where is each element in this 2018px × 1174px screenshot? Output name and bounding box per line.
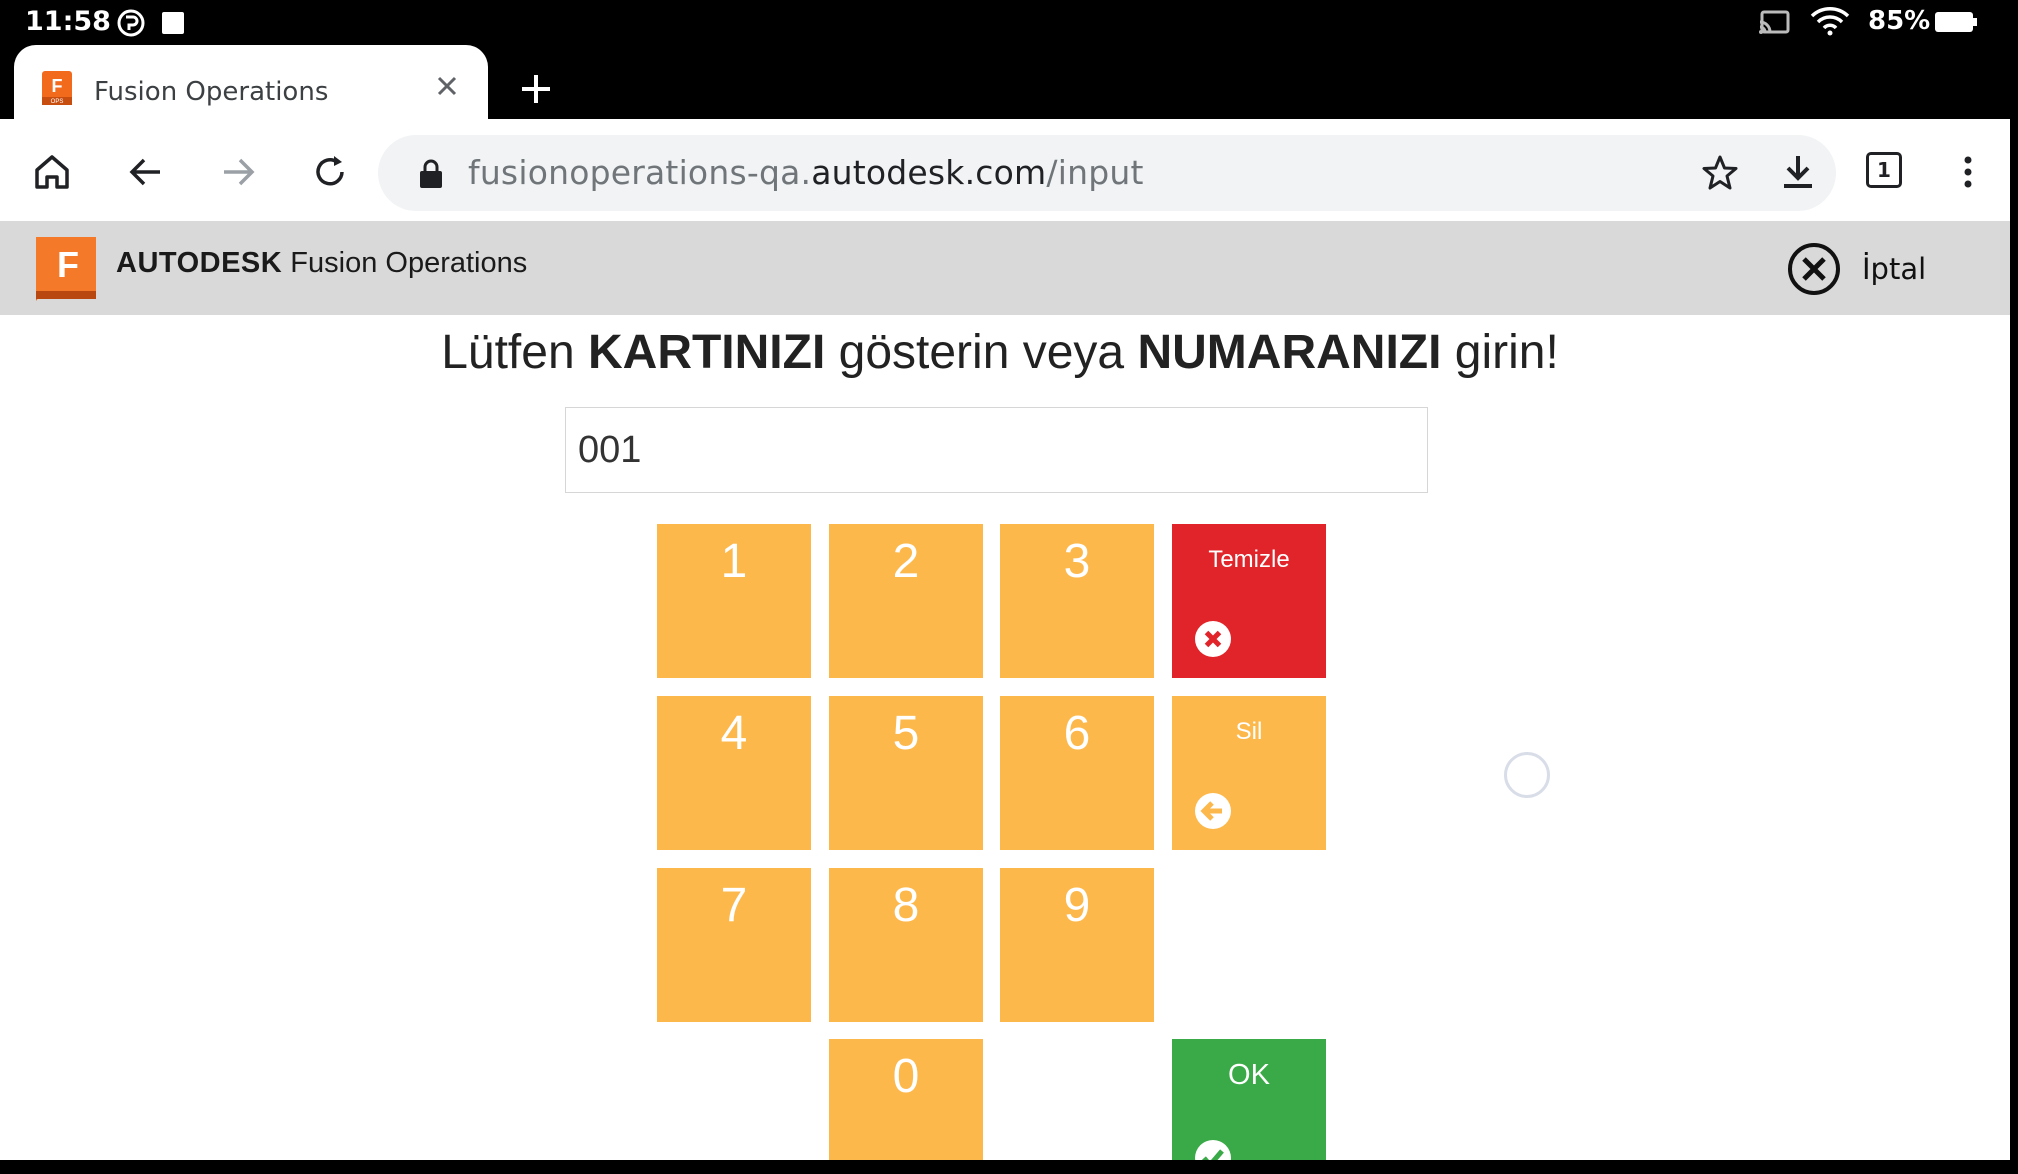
status-bar: 11:58 85%: [0, 0, 2018, 45]
tab-switcher-button[interactable]: 1: [1866, 152, 1902, 188]
cancel-label: İptal: [1862, 252, 1927, 286]
status-time: 11:58: [25, 6, 111, 37]
app-title: AUTODESK Fusion Operations: [116, 247, 528, 279]
reload-icon[interactable]: [310, 152, 350, 192]
notification-square-icon: [162, 12, 184, 34]
bookmark-star-icon[interactable]: [1700, 153, 1740, 193]
sync-icon: [117, 9, 145, 37]
browser-tab[interactable]: F OPS Fusion Operations: [14, 45, 488, 119]
lock-icon[interactable]: [418, 159, 444, 189]
backspace-arrow-circle-icon: [1195, 793, 1231, 829]
key-0[interactable]: 0: [829, 1039, 983, 1160]
browser-toolbar: fusionoperations-qa.autodesk.com/input 1: [0, 119, 2010, 221]
forward-arrow-icon[interactable]: [218, 152, 258, 192]
address-bar[interactable]: fusionoperations-qa.autodesk.com/input: [378, 135, 1836, 211]
app-header: F AUTODESK Fusion Operations İptal: [0, 221, 2010, 315]
delete-button[interactable]: Sil: [1172, 696, 1326, 850]
close-tab-icon[interactable]: [432, 71, 462, 101]
svg-text:F: F: [52, 76, 63, 96]
new-tab-icon[interactable]: [518, 71, 554, 107]
tab-title: Fusion Operations: [94, 77, 329, 107]
ok-button[interactable]: OK: [1172, 1039, 1326, 1174]
key-1[interactable]: 1: [657, 524, 811, 678]
key-8[interactable]: 8: [829, 868, 983, 1022]
clear-x-circle-icon: [1195, 621, 1231, 657]
fusion-operations-logo-icon: F: [36, 237, 96, 301]
main-content: Lütfen KARTINIZI gösterin veya NUMARANIZ…: [0, 315, 2010, 1174]
key-5[interactable]: 5: [829, 696, 983, 850]
key-6[interactable]: 6: [1000, 696, 1154, 850]
battery-icon: [1935, 12, 1977, 32]
key-7[interactable]: 7: [657, 868, 811, 1022]
number-input[interactable]: [565, 407, 1428, 493]
home-icon[interactable]: [32, 152, 72, 192]
screen-edge-right: [2010, 119, 2018, 1174]
svg-text:OPS: OPS: [51, 99, 64, 105]
browser-tab-strip: F OPS Fusion Operations: [0, 45, 2018, 119]
svg-text:F: F: [57, 244, 79, 285]
fusion-favicon-icon: F OPS: [42, 71, 72, 105]
prompt-heading: Lütfen KARTINIZI gösterin veya NUMARANIZ…: [441, 326, 1559, 379]
url-text[interactable]: fusionoperations-qa.autodesk.com/input: [468, 153, 1144, 192]
cast-icon: [1759, 10, 1790, 34]
clear-button[interactable]: Temizle: [1172, 524, 1326, 678]
loading-spinner: [1504, 752, 1550, 798]
cancel-circle-x-icon: [1788, 243, 1840, 295]
back-arrow-icon[interactable]: [126, 152, 166, 192]
battery-percent: 85%: [1868, 6, 1931, 36]
more-menu-icon[interactable]: [1948, 152, 1988, 192]
key-4[interactable]: 4: [657, 696, 811, 850]
wifi-icon: [1810, 7, 1850, 36]
key-3[interactable]: 3: [1000, 524, 1154, 678]
cancel-button[interactable]: İptal: [1786, 241, 1926, 297]
download-icon[interactable]: [1778, 152, 1818, 192]
key-2[interactable]: 2: [829, 524, 983, 678]
screen-edge-bottom: [0, 1160, 2018, 1174]
key-9[interactable]: 9: [1000, 868, 1154, 1022]
